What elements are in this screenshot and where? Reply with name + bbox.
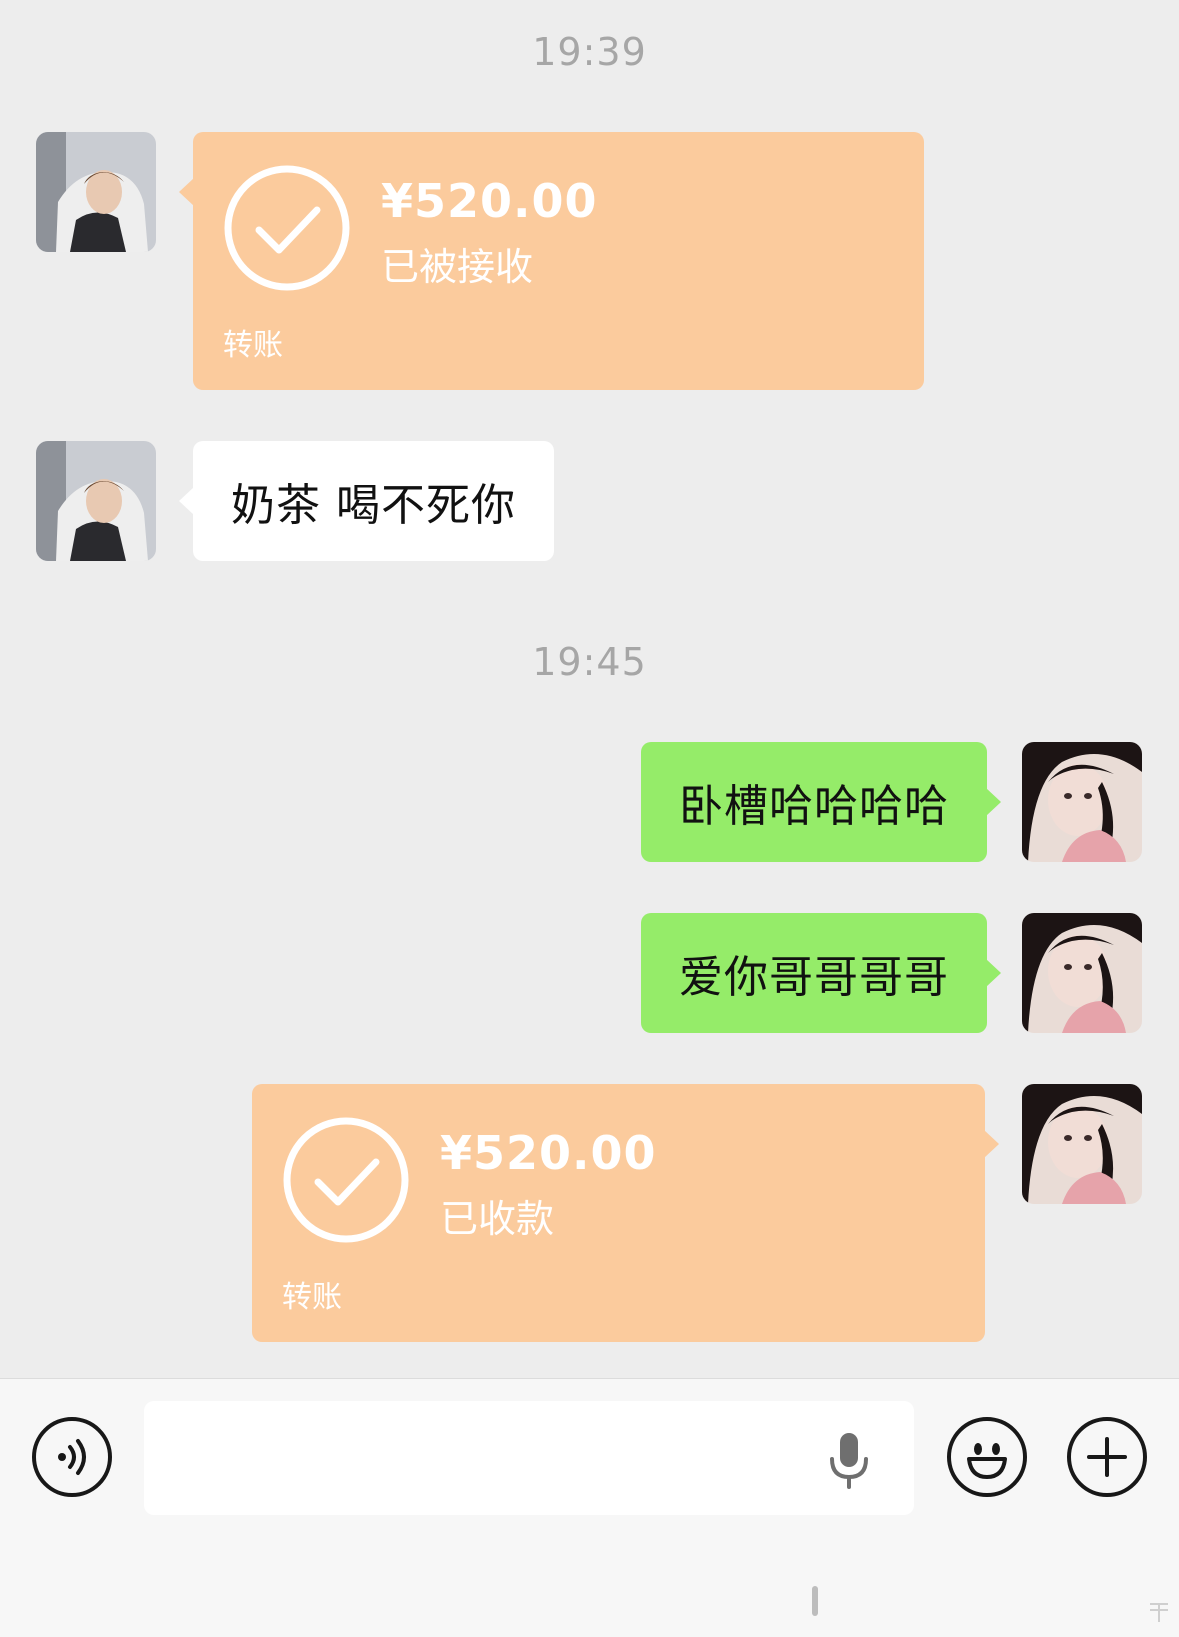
my-avatar[interactable] xyxy=(1022,913,1142,1033)
voice-icon xyxy=(58,1439,86,1475)
message-bubble-sent[interactable]: 爱你哥哥哥哥 xyxy=(641,913,1001,1033)
more-options-button[interactable] xyxy=(1067,1417,1147,1497)
transfer-status: 已收款 xyxy=(440,1197,555,1241)
my-avatar-image xyxy=(1022,1084,1142,1204)
my-avatar[interactable] xyxy=(1022,742,1142,862)
my-avatar-image xyxy=(1022,913,1142,1033)
input-bar xyxy=(0,1378,1179,1637)
transfer-bubble-received[interactable]: ¥520.00 已被接收 转账 xyxy=(179,132,924,390)
transfer-label: 转账 xyxy=(223,328,283,363)
message-input[interactable] xyxy=(144,1401,914,1515)
transfer-status: 已被接收 xyxy=(381,245,534,289)
microphone-icon[interactable] xyxy=(828,1431,870,1489)
contact-avatar-image xyxy=(36,441,156,561)
message-bubble-received[interactable]: 奶茶 喝不死你 xyxy=(179,441,554,561)
emoji-button[interactable] xyxy=(947,1417,1027,1497)
transfer-amount: ¥520.00 xyxy=(381,174,598,228)
contact-avatar-image xyxy=(36,132,156,252)
message-bubble-sent[interactable]: 卧槽哈哈哈哈 xyxy=(641,742,1001,862)
emoji-icon xyxy=(967,1443,1007,1479)
contact-avatar[interactable] xyxy=(36,441,156,561)
transfer-label: 转账 xyxy=(282,1280,342,1315)
home-indicator xyxy=(812,1586,818,1616)
transfer-amount: ¥520.00 xyxy=(440,1126,657,1180)
check-circle-icon xyxy=(224,165,350,291)
timestamp: 19:45 xyxy=(532,640,647,684)
transfer-bubble-sent[interactable]: ¥520.00 已收款 转账 xyxy=(252,1084,999,1342)
timestamp: 19:39 xyxy=(532,30,647,74)
voice-toggle-button[interactable] xyxy=(32,1417,112,1497)
check-circle-icon xyxy=(283,1117,409,1243)
my-avatar[interactable] xyxy=(1022,1084,1142,1204)
plus-icon xyxy=(1087,1437,1127,1477)
my-avatar-image xyxy=(1022,742,1142,862)
contact-avatar[interactable] xyxy=(36,132,156,252)
watermark-icon xyxy=(1150,1603,1168,1622)
